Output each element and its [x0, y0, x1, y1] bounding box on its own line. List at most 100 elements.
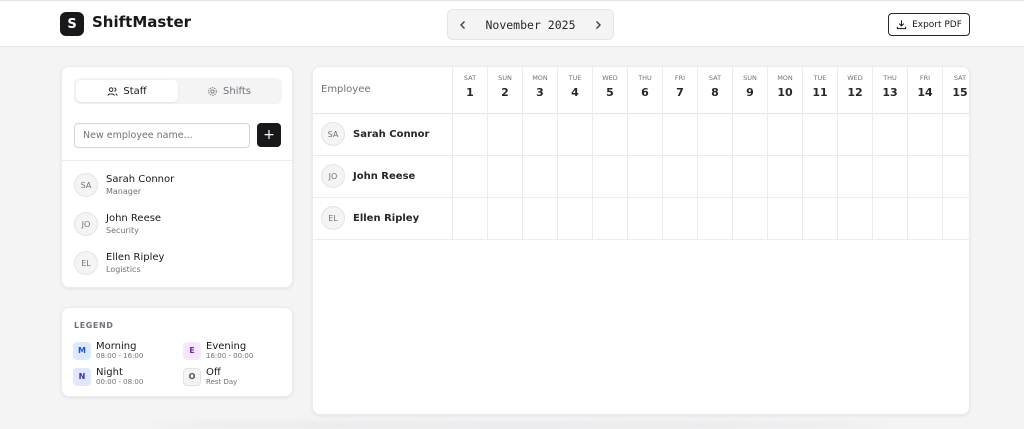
day-header: FRI 14: [907, 67, 942, 114]
shift-cell[interactable]: [802, 156, 837, 198]
staff-role: Logistics: [106, 265, 141, 274]
shift-cell[interactable]: [627, 114, 662, 156]
day-header: TUE 11: [802, 67, 837, 114]
tab-shifts-label: Shifts: [223, 85, 251, 97]
shift-cell[interactable]: [872, 156, 907, 198]
staff-list-item[interactable]: EL Ellen Ripley Logistics: [74, 248, 284, 278]
shift-cell[interactable]: [802, 198, 837, 240]
chevron-right-icon: [595, 20, 601, 29]
shift-cell[interactable]: [452, 156, 487, 198]
shift-cell[interactable]: [907, 114, 942, 156]
shift-cell[interactable]: [837, 198, 872, 240]
day-header: SUN 9: [732, 67, 767, 114]
new-employee-input[interactable]: [74, 123, 250, 148]
shift-cell[interactable]: [662, 156, 697, 198]
export-pdf-button[interactable]: Export PDF: [888, 13, 970, 36]
shift-cell[interactable]: [522, 114, 557, 156]
legend-badge: N: [73, 367, 91, 386]
shift-cell[interactable]: [942, 156, 969, 198]
staff-panel: Staff Shifts + SA Sarah Connor Manager J…: [61, 66, 294, 288]
shift-cell[interactable]: [557, 156, 592, 198]
shift-cell[interactable]: [802, 114, 837, 156]
day-name: FRI: [674, 74, 686, 82]
day-header: MON 3: [522, 67, 557, 114]
shift-cell[interactable]: [907, 198, 942, 240]
legend-item-off: O Off Rest Day: [183, 367, 237, 386]
tab-staff[interactable]: Staff: [76, 80, 178, 102]
shift-cell[interactable]: [662, 198, 697, 240]
day-header: THU 13: [872, 67, 907, 114]
day-header: THU 6: [627, 67, 662, 114]
shift-cell[interactable]: [592, 114, 627, 156]
shift-cell[interactable]: [837, 114, 872, 156]
shift-cell[interactable]: [732, 198, 767, 240]
shift-cell[interactable]: [522, 156, 557, 198]
shift-cell[interactable]: [592, 198, 627, 240]
top-bar: S ShiftMaster November 2025 Export PDF: [0, 0, 1024, 47]
shift-cell[interactable]: [522, 198, 557, 240]
shift-cell[interactable]: [942, 198, 969, 240]
tab-shifts[interactable]: Shifts: [178, 80, 280, 102]
legend-item-evening: E Evening 16:00 - 00:00: [183, 341, 253, 360]
shift-cell[interactable]: [872, 114, 907, 156]
shift-cell[interactable]: [697, 156, 732, 198]
export-label: Export PDF: [912, 19, 962, 30]
shift-cell[interactable]: [942, 114, 969, 156]
shift-cell[interactable]: [837, 156, 872, 198]
shift-cell[interactable]: [557, 198, 592, 240]
day-header: MON 10: [767, 67, 802, 114]
shift-cell[interactable]: [662, 114, 697, 156]
shift-cell[interactable]: [767, 198, 802, 240]
download-icon: [896, 20, 907, 30]
shift-cell[interactable]: [767, 114, 802, 156]
avatar: EL: [74, 251, 98, 275]
shift-cell[interactable]: [627, 156, 662, 198]
day-number: 15: [952, 86, 968, 99]
shift-cell[interactable]: [627, 198, 662, 240]
shift-cell[interactable]: [487, 156, 522, 198]
divider: [62, 160, 294, 161]
legend-badge: E: [183, 341, 201, 360]
next-month-button[interactable]: [591, 15, 605, 35]
panel-tabs: Staff Shifts: [74, 78, 282, 104]
shift-cell[interactable]: [907, 156, 942, 198]
staff-role: Security: [106, 226, 139, 235]
shift-cell[interactable]: [732, 114, 767, 156]
chevron-left-icon: [460, 20, 465, 29]
shift-cell[interactable]: [767, 156, 802, 198]
prev-month-button[interactable]: [456, 15, 470, 35]
shift-cell[interactable]: [557, 114, 592, 156]
shift-cell[interactable]: [487, 198, 522, 240]
shift-cell[interactable]: [697, 114, 732, 156]
legend-time: 08:00 - 16:00: [96, 352, 144, 360]
day-number: 9: [746, 86, 754, 99]
staff-list-item[interactable]: SA Sarah Connor Manager: [74, 170, 284, 200]
avatar: SA: [321, 122, 345, 146]
month-navigator: November 2025: [447, 9, 614, 40]
row-employee-name: Sarah Connor: [353, 128, 430, 140]
shift-cell[interactable]: [452, 198, 487, 240]
day-name: TUE: [813, 74, 827, 82]
shift-cell[interactable]: [487, 114, 522, 156]
shift-cell[interactable]: [592, 156, 627, 198]
staff-list-item[interactable]: JO John Reese Security: [74, 209, 284, 239]
day-number: 6: [641, 86, 649, 99]
shift-cell[interactable]: [732, 156, 767, 198]
grid-row: JO John Reese: [313, 156, 969, 198]
row-employee-name: Ellen Ripley: [353, 212, 420, 224]
shift-cell[interactable]: [452, 114, 487, 156]
day-name: SAT: [953, 74, 967, 82]
users-icon: [107, 86, 118, 96]
day-header: TUE 4: [557, 67, 592, 114]
shift-cell[interactable]: [872, 198, 907, 240]
shift-cell[interactable]: [697, 198, 732, 240]
legend-title: LEGEND: [74, 321, 114, 330]
staff-role: Manager: [106, 187, 142, 196]
app-title: ShiftMaster: [92, 13, 192, 31]
avatar: SA: [74, 173, 98, 197]
day-name: FRI: [919, 74, 931, 82]
day-header: SAT 1: [452, 67, 487, 114]
day-header: SAT 8: [697, 67, 732, 114]
add-employee-button[interactable]: +: [257, 123, 281, 147]
day-number: 14: [917, 86, 933, 99]
